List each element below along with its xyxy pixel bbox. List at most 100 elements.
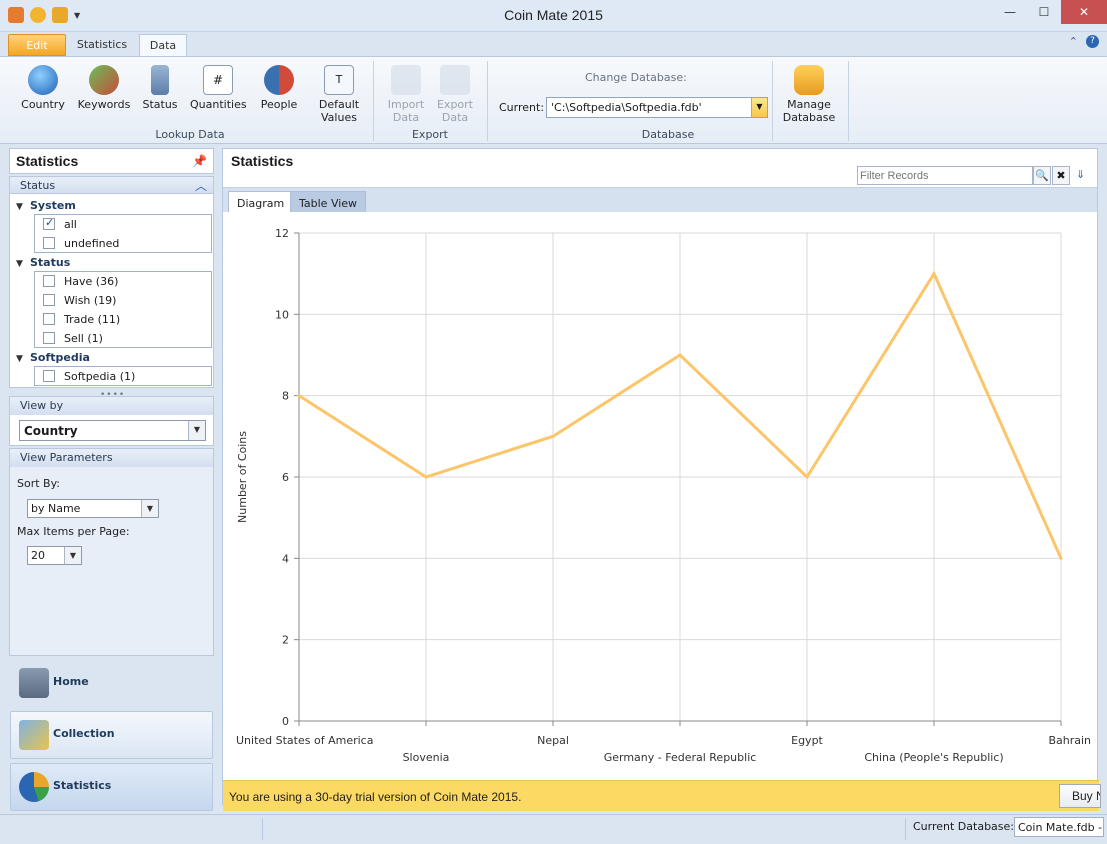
expand-icon[interactable]: ▼ [16, 259, 30, 269]
view-tabs: Diagram Table View [223, 187, 1097, 214]
checkbox-checked[interactable] [43, 216, 55, 230]
data-point [678, 353, 682, 357]
collapse-ribbon-icon[interactable]: ⌃ [1069, 35, 1078, 48]
search-icon[interactable]: 🔍 [1033, 166, 1051, 185]
import-data-button[interactable]: Import Data [386, 65, 426, 124]
checkbox[interactable] [43, 237, 55, 249]
view-by-header: View by [10, 397, 213, 415]
ribbon-separator [772, 61, 773, 141]
view-parameters-panel: View Parameters Sort By: by Name ▼ Max I… [9, 448, 214, 656]
filter-item[interactable]: Have (36) [43, 272, 118, 290]
keywords-icon [89, 65, 119, 95]
people-button[interactable]: People [258, 65, 300, 111]
status-section-header[interactable]: Status ︿ [9, 176, 214, 194]
close-icon[interactable]: ✕ [1061, 0, 1107, 24]
checkbox[interactable] [43, 370, 55, 382]
filter-item[interactable]: Trade (11) [43, 310, 120, 328]
data-point [297, 394, 301, 398]
data-point [1059, 556, 1063, 560]
x-tick-label: Egypt [791, 734, 823, 747]
people-icon [264, 65, 294, 95]
x-tick-label: Bahrain [1048, 734, 1091, 747]
status-button[interactable]: Status [141, 65, 179, 111]
chevron-down-icon[interactable]: ▼ [64, 547, 81, 564]
filter-item[interactable]: all [43, 215, 77, 233]
chevron-down-icon[interactable]: ▼ [141, 500, 158, 517]
export-data-button[interactable]: Export Data [435, 65, 475, 124]
checkbox[interactable] [43, 275, 55, 287]
ribbon: Country Keywords Status # Quantities Peo… [0, 56, 1107, 144]
nav-collection-button[interactable]: Collection [10, 711, 213, 759]
x-tick-label: Slovenia [403, 751, 450, 764]
statusbar-separator [905, 818, 906, 840]
checkbox[interactable] [43, 332, 55, 344]
filter-records-input[interactable] [857, 166, 1033, 185]
database-select[interactable]: 'C:\Softpedia\Softpedia.fdb' ▼ [546, 97, 768, 118]
nav-statistics-button[interactable]: Statistics [10, 763, 213, 811]
tab-statistics[interactable]: Statistics [70, 34, 134, 56]
buy-now-button[interactable]: Buy Now [1059, 784, 1101, 808]
minimize-icon[interactable]: — [993, 0, 1027, 24]
y-tick-label: 6 [282, 471, 289, 484]
checkbox[interactable] [43, 294, 55, 306]
group-softpedia[interactable]: ▼ Softpedia [16, 351, 90, 364]
expand-icon[interactable]: ▼ [16, 354, 30, 364]
pie-chart-icon [19, 772, 49, 802]
filter-item[interactable]: Sell (1) [43, 329, 103, 347]
chevron-up-icon[interactable]: ︿ [195, 177, 207, 194]
y-tick-label: 12 [275, 227, 289, 240]
sort-by-select[interactable]: by Name ▼ [27, 499, 159, 518]
filter-item[interactable]: undefined [43, 234, 119, 252]
expand-icon[interactable]: ▼ [16, 202, 30, 212]
keywords-button[interactable]: Keywords [76, 65, 132, 111]
chevron-down-icon[interactable]: ▼ [751, 98, 767, 117]
tab-edit[interactable]: Edit [8, 34, 66, 56]
y-axis-label: Number of Coins [236, 431, 249, 523]
pin-icon[interactable]: 📌 [192, 154, 207, 168]
y-tick-label: 2 [282, 634, 289, 647]
data-point [551, 434, 555, 438]
group-system[interactable]: ▼ System [16, 199, 76, 212]
x-tick-label: Nepal [537, 734, 569, 747]
export-table-icon [440, 65, 470, 95]
database-group-label: Database [641, 128, 695, 141]
clear-filter-icon[interactable]: ✖ [1052, 166, 1070, 185]
chevron-down-icon[interactable]: ▼ [188, 421, 205, 440]
ribbon-separator [848, 61, 849, 141]
left-panel-title: Statistics 📌 [9, 148, 214, 174]
statusbar-separator [262, 818, 263, 840]
help-icon[interactable]: ? [1086, 35, 1099, 48]
group-status[interactable]: ▼ Status [16, 256, 70, 269]
tab-diagram[interactable]: Diagram [228, 191, 294, 214]
tab-data[interactable]: Data [139, 34, 187, 56]
filter-item[interactable]: Wish (19) [43, 291, 116, 309]
ribbon-separator [373, 61, 374, 141]
filter-item[interactable]: Softpedia (1) [43, 367, 135, 385]
status-tree-icon [151, 65, 169, 95]
default-values-button[interactable]: T Default Values [316, 65, 362, 124]
default-values-icon: T [324, 65, 354, 95]
change-database-label: Change Database: [585, 71, 687, 84]
quantities-button[interactable]: # Quantities [190, 65, 247, 111]
checkbox[interactable] [43, 313, 55, 325]
tab-table-view[interactable]: Table View [290, 191, 367, 214]
max-items-label: Max Items per Page: [17, 525, 130, 538]
x-tick-label: China (People's Republic) [864, 751, 1003, 764]
status-filter-tree: ▼System all undefined ▼Status Have (36) … [9, 193, 214, 388]
country-button[interactable]: Country [20, 65, 66, 111]
window-title: Coin Mate 2015 [504, 7, 603, 23]
current-db-label: Current: [499, 101, 545, 114]
expand-filter-icon[interactable]: ⇓ [1076, 168, 1085, 181]
view-by-select[interactable]: Country ▼ [19, 420, 206, 441]
x-tick-label: United States of America [236, 734, 373, 747]
sort-by-label: Sort By: [17, 477, 61, 490]
max-items-select[interactable]: 20 ▼ [27, 546, 82, 565]
database-icon [794, 65, 824, 95]
nav-home-button[interactable]: Home [10, 659, 213, 707]
data-point [932, 272, 936, 276]
manage-database-button[interactable]: Manage Database [780, 65, 838, 124]
main-panel: Statistics 🔍 ✖ ⇓ Diagram Table View 0 2 4 6… [222, 148, 1098, 805]
maximize-icon[interactable]: ☐ [1027, 0, 1061, 24]
current-database-value: Coin Mate.fdb - Softpedia [1014, 817, 1104, 837]
data-point [424, 475, 428, 479]
